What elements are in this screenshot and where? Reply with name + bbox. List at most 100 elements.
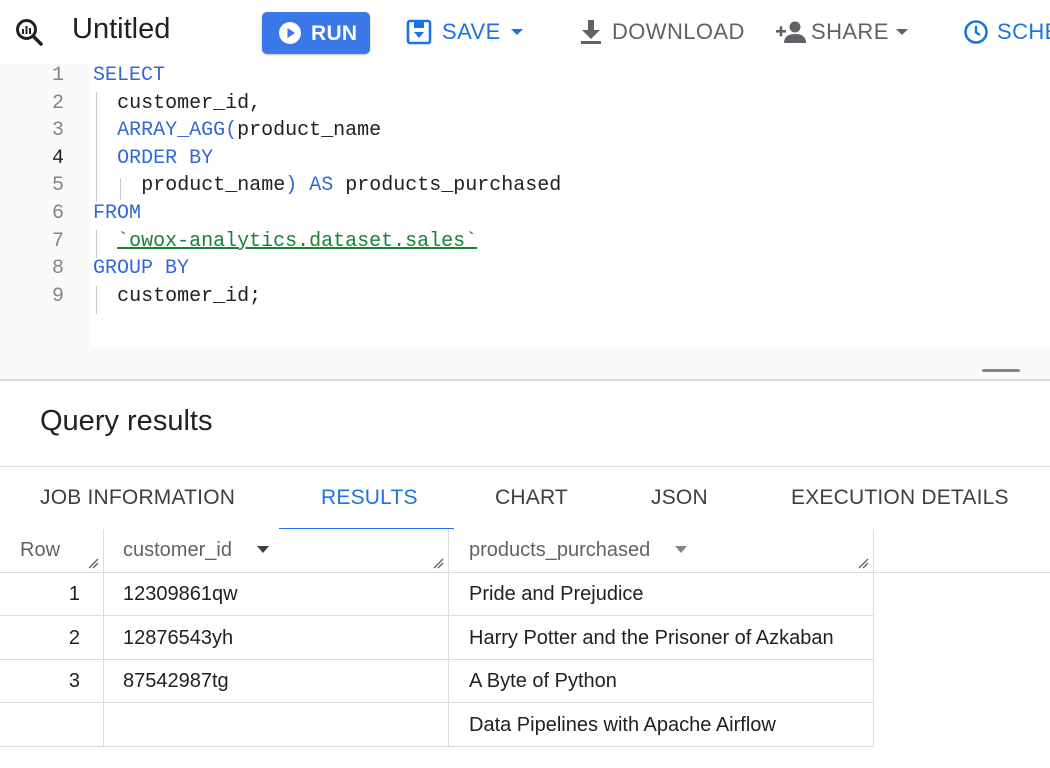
tab-chart[interactable]: CHART [495,467,575,530]
code-token: ) [285,174,298,198]
tab-label: RESULTS [321,486,418,509]
download-icon [581,20,601,44]
header-label: Row [20,539,61,561]
tab-label: JSON [651,486,708,509]
customer-id-cell[interactable]: 12876543yh [103,615,449,659]
line-number: 2 [51,91,64,115]
indent-guide [96,286,97,314]
resize-handle[interactable] [982,369,1020,372]
table-row[interactable]: 2 12876543yh Harry Potter and the Prisoner… [0,615,874,660]
code-line[interactable]: 6 FROM [0,202,1050,230]
column-resize-icon[interactable] [432,557,444,569]
line-number: 6 [51,202,64,225]
tab-execution-details[interactable]: EXECUTION DETAILS [791,467,1011,530]
schedule-label: SCHE [997,19,1050,44]
code-text: FROM [93,202,141,225]
products-purchased-cell[interactable]: Harry Potter and the Prisoner of Azkaban [449,615,874,659]
add-person-icon [776,21,806,43]
line-number: 4 [51,146,64,170]
sort-down-icon[interactable] [675,546,687,553]
customer-id-cell[interactable] [103,702,449,746]
tab-label: CHART [495,486,568,509]
code-token: FROM [93,202,142,225]
table-row[interactable]: Data Pipelines with Apache Airflow [0,702,874,747]
share-label: SHARE [811,19,889,44]
tab-results[interactable]: RESULTS [279,467,454,531]
line-number: 7 [51,229,64,253]
customer-id-cell[interactable]: 87542987tg [103,659,449,702]
code-line[interactable]: 9 customer_id; [0,285,1050,313]
code-token: customer_id; [117,284,262,308]
code-line[interactable]: 7 `owox-analytics.dataset.sales` [0,230,1050,258]
products-purchased-cell[interactable]: A Byte of Python [449,659,874,702]
line-number: 1 [51,64,64,87]
share-button[interactable]: SHARE [775,18,915,48]
code-token: product_name [237,119,382,143]
header-label: customer_id [123,539,232,561]
header-customer-id[interactable]: customer_id [103,529,449,572]
code-line[interactable]: 3 ARRAY_AGG(product_name [0,119,1050,147]
customer-id-cell[interactable]: 12309861qw [103,572,449,615]
column-resize-icon[interactable] [857,557,869,569]
column-resize-icon[interactable] [87,557,99,569]
code-line[interactable]: 5 product_name) AS products_purchased [0,174,1050,202]
query-title[interactable]: Untitled [72,13,170,46]
row-number-cell: 2 [0,615,104,659]
code-text: customer_id, [117,92,261,115]
chevron-down-icon [511,29,523,35]
code-text: ORDER BY [117,147,213,170]
indent-guide [96,230,97,258]
products-purchased-cell[interactable]: Pride and Prejudice [449,572,874,615]
play-icon [279,22,301,44]
clock-icon [964,20,988,44]
run-button[interactable]: RUN [262,12,370,54]
code-token: customer_id, [117,91,262,115]
chevron-down-icon [896,29,908,35]
indent-guide [120,178,121,200]
customer-id-value: 12876543yh [123,626,234,649]
code-text: customer_id; [117,285,261,308]
row-number-cell: 3 [0,659,104,704]
query-toolbar: Untitled RUN SAVE DOWNLOAD SHARE SCH [0,0,1050,65]
code-text: `owox-analytics.dataset.sales` [117,230,477,253]
schedule-button[interactable]: SCHE [962,18,1050,48]
download-label: DOWNLOAD [612,19,745,44]
header-row[interactable]: Row [0,529,104,572]
code-token: products_purchased [345,174,562,198]
query-icon [16,19,43,46]
code-token: ORDER BY [117,146,214,170]
code-line[interactable]: 2 customer_id, [0,92,1050,120]
save-button[interactable]: SAVE [405,18,530,48]
customer-id-value: 12309861qw [123,583,238,605]
products-purchased-cell[interactable]: Data Pipelines with Apache Airflow [449,702,874,746]
table-row[interactable]: 1 12309861qw Pride and Prejudice [0,572,874,616]
code-text: product_name) AS products_purchased [141,174,561,197]
product-value: Data Pipelines with Apache Airflow [469,713,776,736]
tab-job-information[interactable]: JOB INFORMATION [40,467,240,530]
code-token: AS [297,174,346,198]
tab-json[interactable]: JSON [651,467,721,530]
line-number: 3 [51,119,64,143]
code-line[interactable]: 1 SELECT [0,64,1050,92]
customer-id-value: 87542987tg [123,670,229,692]
run-label: RUN [311,22,358,45]
indent-guide [96,92,97,202]
code-line[interactable]: 8 GROUP BY [0,257,1050,285]
product-value: A Byte of Python [469,670,617,692]
save-label: SAVE [442,19,501,44]
sort-down-icon[interactable] [257,546,269,553]
download-button[interactable]: DOWNLOAD [577,18,747,48]
row-number-cell [0,702,104,746]
header-products-purchased[interactable]: products_purchased [449,529,874,572]
sql-editor[interactable]: 1 SELECT 2 customer_id, 3 ARRAY_AGG(product_n… [0,64,1050,380]
editor-divider[interactable] [0,379,1050,381]
header-label: products_purchased [469,539,651,561]
save-icon [406,19,432,45]
table-row[interactable]: 3 87542987tg A Byte of Python [0,659,874,704]
code-token: `owox-analytics.dataset.sales` [117,229,478,253]
table-header: Row customer_id products_purchased [0,529,1050,573]
row-number-cell: 1 [0,572,104,615]
results-title: Query results [40,405,213,437]
code-line[interactable]: 4 ORDER BY [0,147,1050,175]
tab-label: JOB INFORMATION [40,486,236,509]
